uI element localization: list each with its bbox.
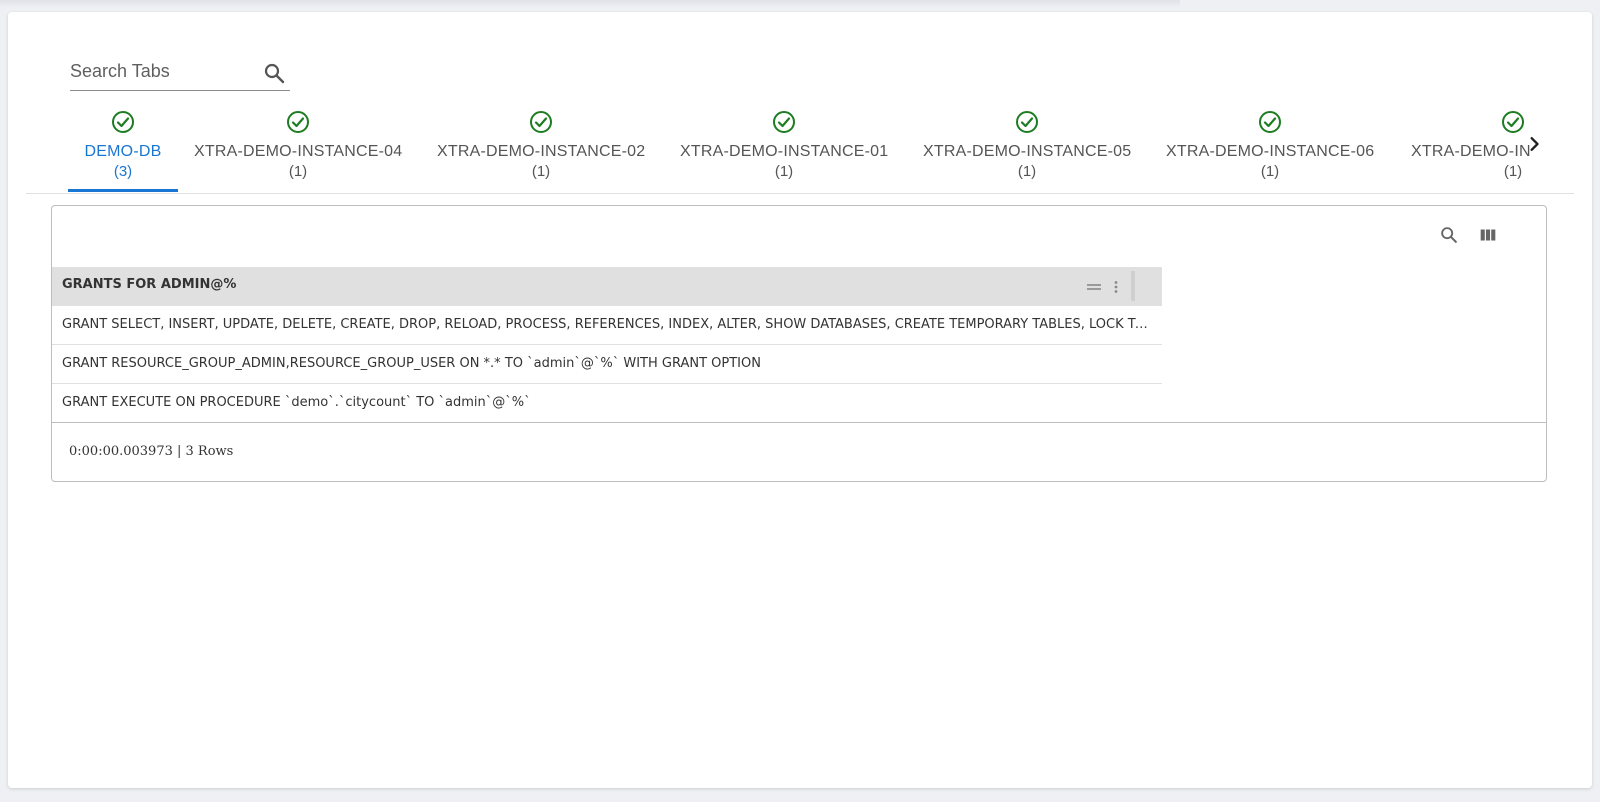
tab-count: (1)	[531, 163, 551, 180]
tab-xtra-demo-instance-01[interactable]: XTRA-DEMO-INSTANCE-01 (1)	[680, 94, 888, 190]
tab-label: DEMO-DB	[84, 143, 162, 160]
table-row[interactable]: GRANT SELECT, INSERT, UPDATE, DELETE, CR…	[52, 306, 1162, 345]
grants-table: GRANTS FOR ADMIN@% GRANT SELECT, INSERT,…	[52, 267, 1162, 422]
query-status: 0:00:00.003973 | 3 Rows	[69, 444, 234, 459]
more-vert-icon[interactable]	[1110, 279, 1122, 295]
results-card: DEMO-DB (3) XTRA-DEMO-INSTANCE-04 (1) XT…	[8, 12, 1592, 788]
column-resize-handle[interactable]	[1131, 271, 1135, 301]
tab-label: XTRA-DEMO-IN	[1411, 143, 1531, 160]
tab-count: (1)	[1260, 163, 1280, 180]
search-icon[interactable]	[262, 61, 286, 85]
check-circle-icon	[1259, 111, 1281, 133]
tab-label: XTRA-DEMO-INSTANCE-01	[680, 143, 889, 160]
table-row[interactable]: GRANT EXECUTE ON PROCEDURE `demo`.`cityc…	[52, 384, 1162, 422]
tab-xtra-demo-instance-04[interactable]: XTRA-DEMO-INSTANCE-04 (1)	[194, 94, 402, 190]
tab-count: (3)	[113, 163, 133, 180]
instance-tabs: DEMO-DB (3) XTRA-DEMO-INSTANCE-04 (1) XT…	[26, 94, 1574, 194]
check-circle-icon	[530, 111, 552, 133]
check-circle-icon	[773, 111, 795, 133]
search-tabs-input[interactable]	[70, 58, 250, 84]
tab-label: XTRA-DEMO-INSTANCE-02	[437, 143, 646, 160]
view-columns-icon[interactable]	[1477, 224, 1499, 246]
topbar-shadow	[0, 0, 1180, 8]
column-header-grants: GRANTS FOR ADMIN@%	[62, 277, 237, 292]
tab-label: XTRA-DEMO-INSTANCE-06	[1166, 143, 1375, 160]
tab-count: (1)	[774, 163, 794, 180]
drag-handle-icon[interactable]	[1085, 279, 1103, 295]
tab-search	[70, 50, 290, 91]
result-panel: GRANTS FOR ADMIN@% GRANT SELECT, INSERT,…	[51, 205, 1547, 482]
tab-count: (1)	[1503, 163, 1523, 180]
tab-demo-db[interactable]: DEMO-DB (3)	[68, 94, 178, 192]
chevron-right-icon[interactable]	[1520, 130, 1548, 158]
tab-xtra-demo-instance-partial[interactable]: XTRA-DEMO-IN (1)	[1409, 94, 1574, 190]
check-circle-icon	[287, 111, 309, 133]
table-cell: GRANT SELECT, INSERT, UPDATE, DELETE, CR…	[62, 317, 1154, 332]
tab-xtra-demo-instance-05[interactable]: XTRA-DEMO-INSTANCE-05 (1)	[923, 94, 1131, 190]
tab-count: (1)	[288, 163, 308, 180]
check-circle-icon	[112, 111, 134, 133]
check-circle-icon	[1016, 111, 1038, 133]
table-header[interactable]: GRANTS FOR ADMIN@%	[52, 267, 1162, 306]
table-row[interactable]: GRANT RESOURCE_GROUP_ADMIN,RESOURCE_GROU…	[52, 345, 1162, 384]
tab-label: XTRA-DEMO-INSTANCE-04	[194, 143, 403, 160]
table-cell: GRANT RESOURCE_GROUP_ADMIN,RESOURCE_GROU…	[62, 356, 761, 371]
table-cell: GRANT EXECUTE ON PROCEDURE `demo`.`cityc…	[62, 395, 531, 410]
tab-xtra-demo-instance-06[interactable]: XTRA-DEMO-INSTANCE-06 (1)	[1166, 94, 1374, 190]
tab-count: (1)	[1017, 163, 1037, 180]
tab-xtra-demo-instance-02[interactable]: XTRA-DEMO-INSTANCE-02 (1)	[437, 94, 645, 190]
search-icon[interactable]	[1438, 224, 1460, 246]
table-footer: 0:00:00.003973 | 3 Rows	[52, 422, 1546, 481]
tab-label: XTRA-DEMO-INSTANCE-05	[923, 143, 1132, 160]
